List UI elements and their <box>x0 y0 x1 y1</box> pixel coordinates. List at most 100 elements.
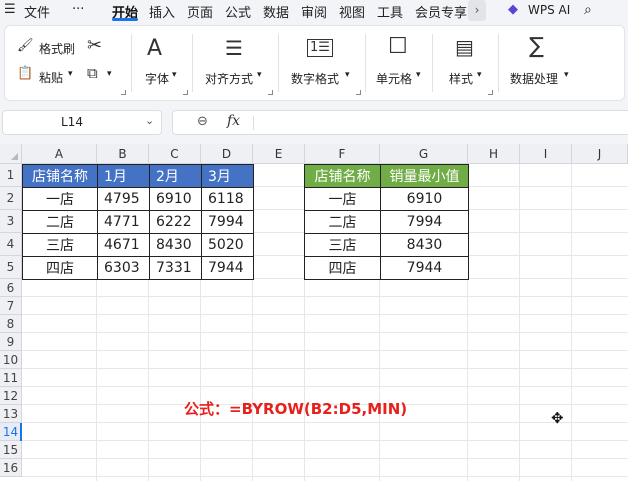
menu-view[interactable]: 视图 <box>339 2 365 21</box>
wps-ai-icon[interactable]: ◆ <box>508 2 518 17</box>
chevron-down-icon[interactable]: ▾ <box>68 69 73 79</box>
table-header-cell[interactable]: 销量最小值 <box>380 164 469 188</box>
menu-review[interactable]: 审阅 <box>301 2 327 21</box>
row-header[interactable]: 7 <box>0 297 22 315</box>
table-cell[interactable]: 6303 <box>97 256 150 280</box>
table-cell[interactable]: 5020 <box>201 233 254 257</box>
copy-icon[interactable]: ⧉ <box>87 64 98 82</box>
column-header-d[interactable]: D <box>201 144 253 164</box>
column-header-e[interactable]: E <box>253 144 305 164</box>
table-cell[interactable]: 四店 <box>22 256 98 280</box>
row-header[interactable]: 10 <box>0 351 22 369</box>
table-cell[interactable]: 7994 <box>201 210 254 234</box>
menu-more-dots[interactable]: ··· <box>72 2 84 17</box>
number-format-icon[interactable]: 1☰ <box>307 39 333 57</box>
column-header-j[interactable]: J <box>572 144 628 164</box>
row-header[interactable]: 6 <box>0 279 22 297</box>
table-cell[interactable]: 4795 <box>97 187 150 211</box>
column-header-a[interactable]: A <box>22 144 97 164</box>
table-cell[interactable]: 8430 <box>149 233 202 257</box>
table-cell[interactable]: 6222 <box>149 210 202 234</box>
row-header[interactable]: 9 <box>0 333 22 351</box>
row-header[interactable]: 4 <box>0 233 22 256</box>
align-icon[interactable]: ☰ <box>225 36 243 60</box>
align-button[interactable]: 对齐方式 <box>205 70 253 87</box>
row-header-selected[interactable]: 14 <box>0 423 22 446</box>
table-header-cell[interactable]: 店铺名称 <box>22 164 98 188</box>
font-button[interactable]: 字体 <box>145 70 169 87</box>
row-header[interactable]: 5 <box>0 256 22 279</box>
table-cell[interactable]: 6118 <box>201 187 254 211</box>
column-header-b[interactable]: B <box>97 144 149 164</box>
dialog-launcher-icon[interactable] <box>488 90 493 95</box>
menu-insert[interactable]: 插入 <box>149 2 175 21</box>
menu-scroll-button[interactable]: › <box>468 0 486 21</box>
row-header[interactable]: 3 <box>0 210 22 233</box>
format-painter-icon[interactable]: 🖌 <box>17 38 34 53</box>
table-cell[interactable]: 4771 <box>97 210 150 234</box>
column-header-h[interactable]: H <box>468 144 520 164</box>
paste-button[interactable]: 粘贴 <box>39 69 63 86</box>
zoom-icon[interactable]: ⊖ <box>197 114 208 129</box>
table-header-cell[interactable]: 1月 <box>97 164 150 188</box>
font-icon[interactable]: A <box>147 36 162 61</box>
cell-icon[interactable]: ☐ <box>388 34 408 59</box>
menu-formula[interactable]: 公式 <box>225 2 251 21</box>
spreadsheet-grid[interactable]: A B C D E F G H I J 1 2 3 4 5 6 7 8 9 10… <box>0 144 628 481</box>
chevron-down-icon[interactable]: ⌄ <box>145 114 154 127</box>
cut-icon[interactable]: ✂ <box>87 35 102 56</box>
select-all-corner[interactable] <box>0 144 22 164</box>
row-header[interactable]: 8 <box>0 315 22 333</box>
table-cell[interactable]: 7944 <box>380 256 469 280</box>
menu-data[interactable]: 数据 <box>263 2 289 21</box>
table-cell[interactable]: 7331 <box>149 256 202 280</box>
menu-member[interactable]: 会员专享 <box>415 2 467 21</box>
fx-icon[interactable]: fx <box>227 113 240 129</box>
chevron-down-icon[interactable]: ▾ <box>172 70 177 80</box>
cell-button[interactable]: 单元格 <box>376 70 412 87</box>
menu-icon[interactable]: ☰ <box>4 2 16 17</box>
menu-tools[interactable]: 工具 <box>377 2 403 21</box>
number-format-button[interactable]: 数字格式 <box>291 70 339 87</box>
table-cell[interactable]: 8430 <box>380 233 469 257</box>
sum-icon[interactable]: ∑ <box>529 34 544 59</box>
table-header-cell[interactable]: 3月 <box>201 164 254 188</box>
chevron-down-icon[interactable]: ▾ <box>107 69 112 79</box>
dialog-launcher-icon[interactable] <box>183 90 188 95</box>
table-cell[interactable]: 6910 <box>380 187 469 211</box>
table-cell[interactable]: 6910 <box>149 187 202 211</box>
column-header-g[interactable]: G <box>380 144 468 164</box>
chevron-down-icon[interactable]: ▾ <box>416 70 421 80</box>
table-cell[interactable]: 7944 <box>201 256 254 280</box>
row-header[interactable]: 1 <box>0 164 22 187</box>
table-cell[interactable]: 四店 <box>304 256 381 280</box>
row-header[interactable]: 16 <box>0 459 22 477</box>
menu-file[interactable]: 文件 <box>24 2 50 21</box>
menu-page[interactable]: 页面 <box>187 2 213 21</box>
row-header[interactable]: 15 <box>0 441 22 459</box>
style-button[interactable]: 样式 <box>449 70 473 87</box>
table-cell[interactable]: 三店 <box>22 233 98 257</box>
row-header[interactable]: 11 <box>0 369 22 387</box>
data-process-button[interactable]: 数据处理 <box>510 70 558 87</box>
formula-input[interactable]: ⊖ fx <box>172 110 628 135</box>
row-header[interactable]: 12 <box>0 387 22 405</box>
table-cell[interactable]: 7994 <box>380 210 469 234</box>
table-cell[interactable]: 一店 <box>22 187 98 211</box>
chevron-down-icon[interactable]: ▾ <box>477 70 482 80</box>
row-header[interactable]: 2 <box>0 187 22 210</box>
dialog-launcher-icon[interactable] <box>268 90 273 95</box>
style-icon[interactable]: ▤ <box>455 35 474 59</box>
row-header[interactable]: 13 <box>0 405 22 423</box>
table-cell[interactable]: 4671 <box>97 233 150 257</box>
column-header-c[interactable]: C <box>149 144 201 164</box>
dialog-launcher-icon[interactable] <box>121 90 126 95</box>
column-header-f[interactable]: F <box>305 144 380 164</box>
table-header-cell[interactable]: 店铺名称 <box>304 164 381 188</box>
name-box[interactable]: L14 ⌄ <box>2 110 162 135</box>
chevron-down-icon[interactable]: ▾ <box>564 70 569 80</box>
wps-ai-button[interactable]: WPS AI <box>528 3 570 17</box>
dialog-launcher-icon[interactable] <box>356 90 361 95</box>
table-cell[interactable]: 二店 <box>22 210 98 234</box>
format-painter-button[interactable]: 格式刷 <box>39 40 75 57</box>
